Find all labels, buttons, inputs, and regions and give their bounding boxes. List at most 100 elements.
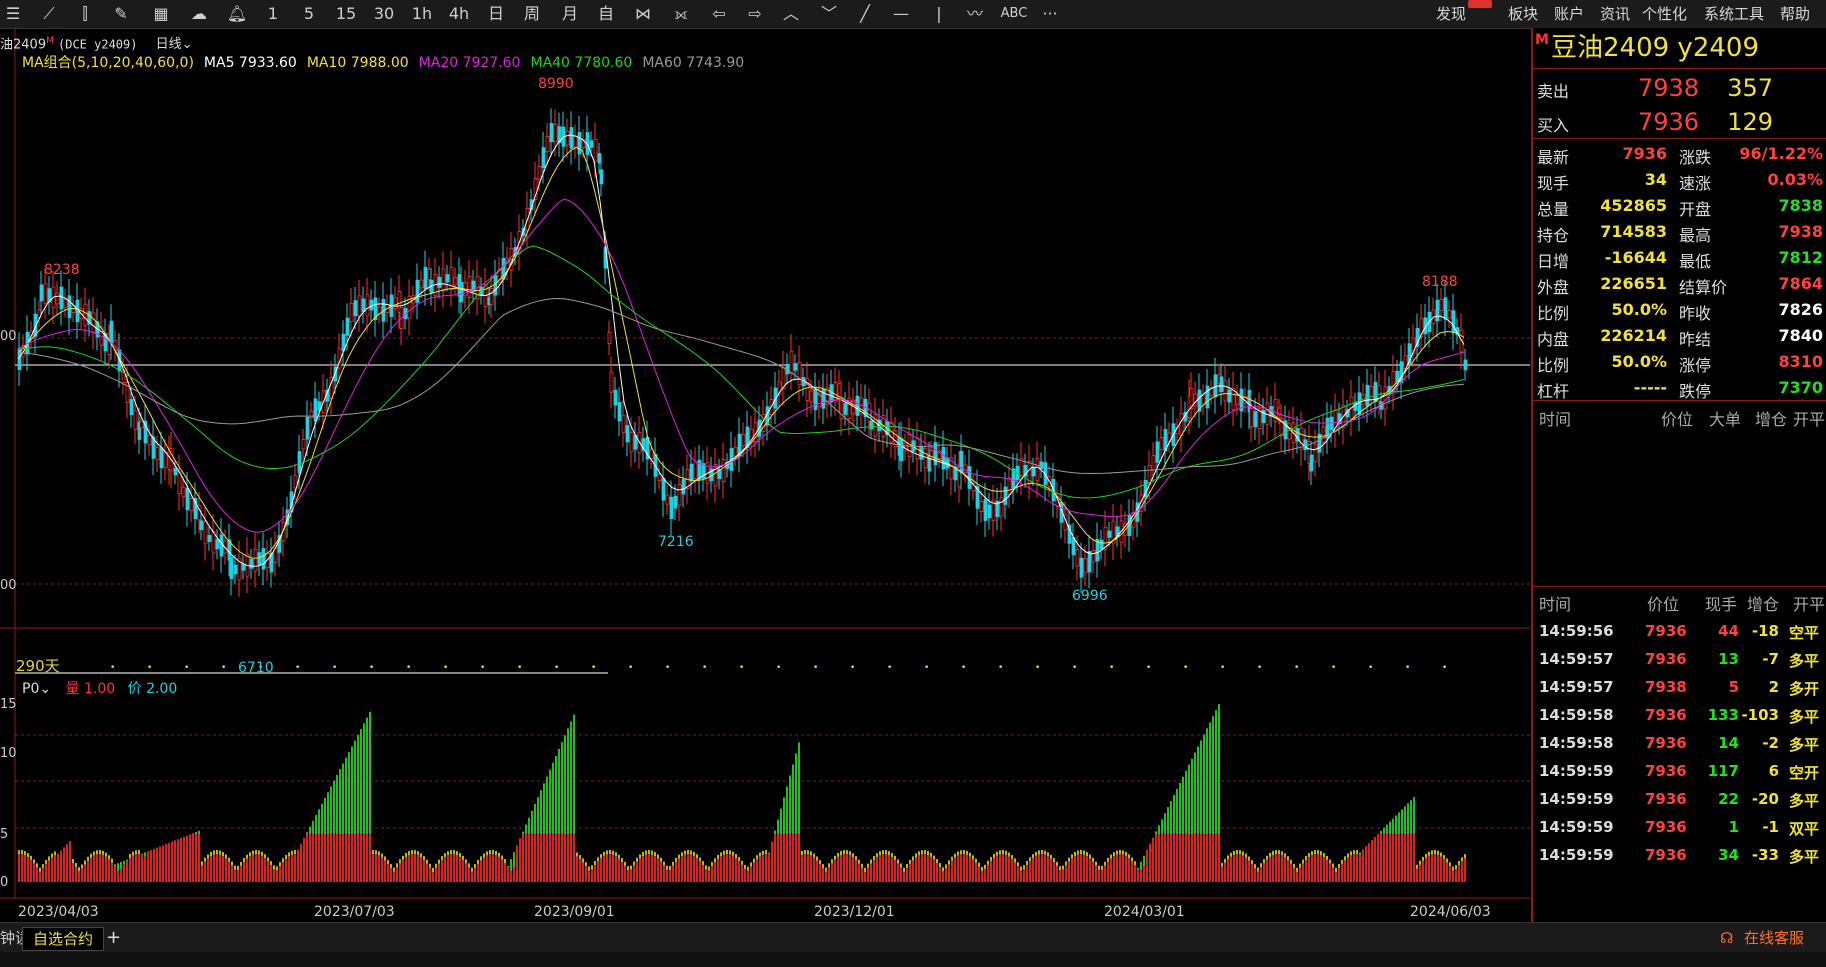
period-selector[interactable]: 日线⌄ xyxy=(156,37,193,52)
kline-chart[interactable]: • • • • • • • • • • • • • • • • • • • • • • • • • • • • • • • • • • • • • xyxy=(0,28,1530,922)
period-1[interactable]: 1 xyxy=(264,3,282,25)
candle-body xyxy=(987,504,992,519)
marker-dot: • xyxy=(221,663,226,673)
watchlist-tab[interactable]: 自选合约 xyxy=(22,927,105,951)
red-bar xyxy=(372,854,374,882)
nav-sector[interactable]: 板块 xyxy=(1508,0,1538,28)
yellow-bar xyxy=(834,855,836,860)
period-4h[interactable]: 4h xyxy=(446,3,472,25)
left-arrow-icon[interactable]: ⇦ xyxy=(708,3,730,25)
vline-icon[interactable]: | xyxy=(928,3,950,25)
calculator-icon[interactable]: ▦ xyxy=(150,3,172,25)
red-bar xyxy=(936,863,938,882)
add-tab-button[interactable]: + xyxy=(106,927,121,949)
nav-account[interactable]: 账户 xyxy=(1554,0,1584,28)
tick-row[interactable]: 14:59:56 7936 44 -18 空平 xyxy=(1533,622,1826,650)
tick-row[interactable]: 14:59:57 7938 5 2 多开 xyxy=(1533,678,1826,706)
red-bar xyxy=(1194,834,1196,882)
red-bar xyxy=(678,858,680,882)
red-bar xyxy=(1146,849,1148,882)
up-icon[interactable]: ︿ xyxy=(780,3,802,25)
tick-row[interactable]: 14:59:59 7936 1 -1 双平 xyxy=(1533,818,1826,846)
annotation-8238: 8238 xyxy=(44,262,80,278)
yellow-bar xyxy=(1116,850,1118,855)
period-5[interactable]: 5 xyxy=(300,3,318,25)
period-day[interactable]: 日 xyxy=(486,3,506,25)
headset-icon[interactable]: ☊ xyxy=(1720,927,1733,949)
period-month[interactable]: 月 xyxy=(560,3,580,25)
red-bar xyxy=(171,841,173,882)
draw-icon[interactable]: ✎ xyxy=(110,3,132,25)
wave-icon[interactable]: 〰 xyxy=(964,3,986,25)
hline-icon[interactable]: — xyxy=(890,3,912,25)
nav-personalize[interactable]: 个性化 xyxy=(1642,0,1687,28)
red-bar xyxy=(177,839,179,882)
indicator-price: 价 2.00 xyxy=(127,681,178,697)
green-bar xyxy=(348,752,350,834)
candle-body xyxy=(467,276,472,298)
candle-body xyxy=(1099,539,1104,550)
tick-row[interactable]: 14:59:58 7936 133 -103 多平 xyxy=(1533,706,1826,734)
red-bar xyxy=(435,867,437,882)
chart-area[interactable]: • • • • • • • • • • • • • • • • • • • • • • • • • • • • • • • • • • • • • xyxy=(0,28,1530,922)
yellow-bar xyxy=(390,864,392,869)
yellow-bar xyxy=(660,857,662,862)
indicator-selector[interactable]: P0⌄ xyxy=(22,681,51,697)
more-icon[interactable]: ··· xyxy=(1038,3,1062,25)
bell-icon[interactable]: 🔔︎ xyxy=(226,3,248,25)
red-bar xyxy=(315,834,317,882)
expand-icon[interactable]: ⟗ xyxy=(670,3,692,25)
online-service[interactable]: 在线客服 xyxy=(1744,927,1804,949)
yellow-bar xyxy=(81,864,83,869)
tick-row[interactable]: 14:59:59 7936 117 6 空开 xyxy=(1533,762,1826,790)
red-bar xyxy=(1233,854,1235,882)
tick-row[interactable]: 14:59:58 7936 14 -2 多平 xyxy=(1533,734,1826,762)
red-bar xyxy=(804,854,806,882)
period-week[interactable]: 周 xyxy=(522,3,542,25)
nav-help[interactable]: 帮助 xyxy=(1780,0,1810,28)
menu-icon[interactable]: ☰ xyxy=(4,3,22,25)
tick-row[interactable]: 14:59:59 7936 34 -33 多平 xyxy=(1533,846,1826,874)
yellow-bar xyxy=(1293,863,1295,868)
red-bar xyxy=(654,856,656,882)
red-bar xyxy=(873,860,875,882)
text-tool[interactable]: ABC xyxy=(1000,3,1028,25)
nav-news[interactable]: 资讯 xyxy=(1600,0,1630,28)
yellow-bar xyxy=(93,851,95,856)
yellow-bar xyxy=(699,857,701,862)
yellow-bar xyxy=(765,850,767,855)
down-icon[interactable]: ﹀ xyxy=(818,3,840,25)
tick-row[interactable]: 14:59:59 7936 22 -20 多平 xyxy=(1533,790,1826,818)
big-h-time: 时间 xyxy=(1539,410,1572,429)
red-bar xyxy=(633,865,635,882)
candle-body xyxy=(1435,299,1440,322)
ind-y-10: 10 xyxy=(0,746,17,761)
red-bar xyxy=(1413,834,1415,882)
cloud-icon[interactable]: ☁ xyxy=(188,3,210,25)
red-bar xyxy=(831,863,833,882)
nav-system-tools[interactable]: 系统工具 xyxy=(1704,0,1764,28)
yellow-bar xyxy=(882,850,884,855)
red-bar xyxy=(1014,862,1016,882)
red-bar xyxy=(1344,860,1346,882)
zoom-fit-icon[interactable]: ⋈ xyxy=(632,3,654,25)
nav-discover[interactable]: 发现 xyxy=(1436,0,1466,28)
right-arrow-icon[interactable]: ⇨ xyxy=(744,3,766,25)
yellow-bar xyxy=(129,853,131,858)
trendline-icon[interactable]: ╱ xyxy=(854,3,876,25)
yellow-bar xyxy=(822,864,824,869)
candle-body xyxy=(1083,558,1088,574)
tick-h-price: 价位 xyxy=(1647,595,1680,614)
candle-icon[interactable]: ⫿ xyxy=(74,3,96,25)
candle-body xyxy=(297,451,302,474)
ma-group-label[interactable]: MA组合(5,10,20,40,60,0) xyxy=(22,55,194,71)
period-15[interactable]: 15 xyxy=(334,3,358,25)
tick-row[interactable]: 14:59:57 7936 13 -7 多平 xyxy=(1533,650,1826,678)
red-bar xyxy=(1317,854,1319,882)
red-bar xyxy=(630,869,632,882)
period-custom[interactable]: 自 xyxy=(596,3,616,25)
line-chart-icon[interactable]: ⟋ xyxy=(38,3,60,25)
period-1h[interactable]: 1h xyxy=(410,3,434,25)
period-30[interactable]: 30 xyxy=(372,3,396,25)
stat-label: 杠杆 xyxy=(1537,382,1570,401)
